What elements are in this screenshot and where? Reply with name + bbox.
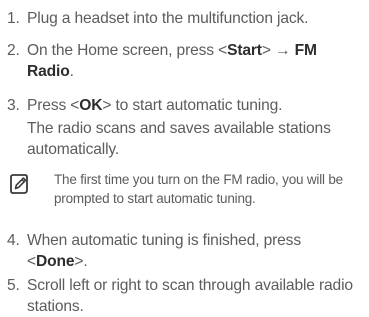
step-text: Press <OK> to start automatic tuning. Th… (27, 95, 363, 160)
step-text: Scroll left or right to scan through ava… (27, 275, 363, 317)
step-text: On the Home screen, press <Start> → FM R… (27, 40, 363, 82)
step-number: 3. (7, 97, 20, 114)
ok-key-label: OK (79, 97, 103, 114)
step-2-post: . (69, 63, 74, 80)
step-4-post: >. (74, 253, 88, 270)
note-text: The first time you turn on the FM radio,… (54, 172, 343, 206)
step-3-post: > to start automatic tuning. (102, 97, 283, 114)
step-text: Plug a headset into the multifunction ja… (27, 8, 363, 29)
step-number: 1. (7, 10, 20, 27)
step-2-pre: On the Home screen, press < (27, 42, 228, 59)
step-text: When automatic tuning is finished, press… (27, 230, 363, 272)
step-number: 4. (7, 232, 20, 249)
step-2-mid: > → (261, 42, 295, 59)
start-key-label: Start (227, 42, 262, 59)
done-key-label: Done (35, 253, 75, 270)
step-5-text: Scroll left or right to scan through ava… (27, 277, 353, 315)
step-number: 2. (7, 42, 20, 59)
manual-page: 1. Plug a headset into the multifunction… (0, 0, 369, 317)
step-3-pre: Press < (27, 97, 80, 114)
step-1-text: Plug a headset into the multifunction ja… (27, 10, 309, 27)
step-number: 5. (7, 277, 20, 294)
note-pencil-icon (8, 173, 30, 195)
note-box: The first time you turn on the FM radio,… (0, 170, 369, 216)
step-3-subtext: The radio scans and saves available stat… (27, 120, 331, 158)
